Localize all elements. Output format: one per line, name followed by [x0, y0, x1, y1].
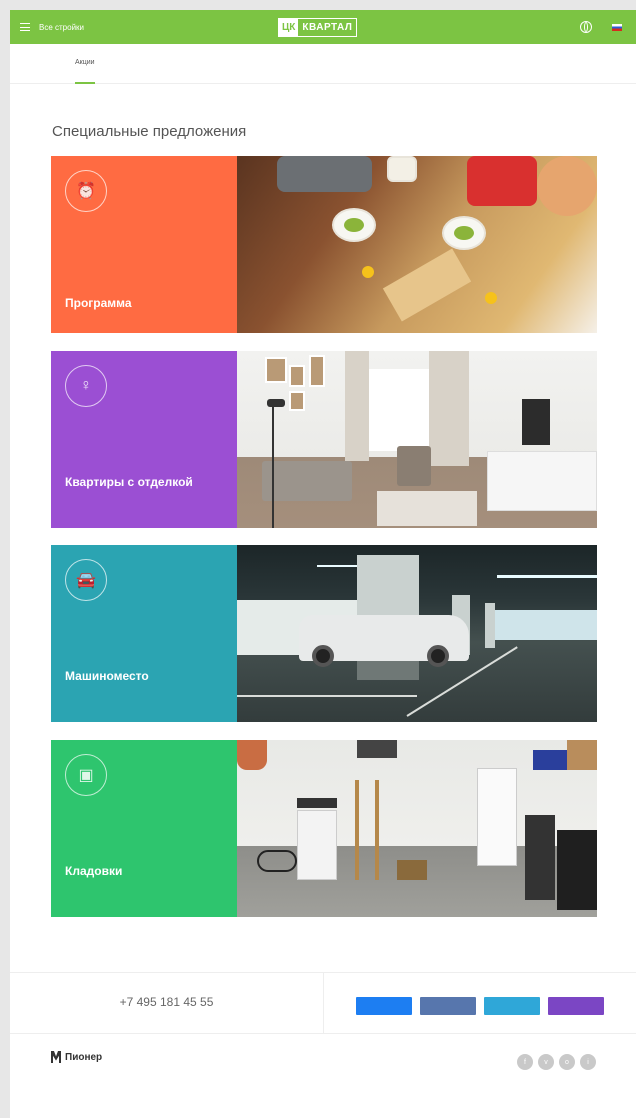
page-title: Специальные предложения — [52, 123, 247, 140]
pioneer-logo-icon — [51, 1051, 61, 1063]
offer-panel[interactable]: ▣ Кладовки — [51, 740, 237, 917]
storage-room-photo — [237, 740, 597, 917]
nav-item-offers[interactable]: Акции — [75, 44, 95, 84]
box-icon: ▣ — [65, 754, 107, 796]
logo-name: КВАРТАЛ — [302, 22, 353, 33]
offer-title[interactable]: Квартиры с отделкой — [65, 474, 229, 490]
subscribe-block — [324, 973, 636, 1033]
facebook-icon[interactable]: f — [517, 1054, 533, 1070]
globe-icon[interactable] — [580, 21, 592, 33]
odnoklassniki-icon[interactable]: o — [559, 1054, 575, 1070]
furnished-room-photo — [237, 351, 597, 528]
offer-title[interactable]: Машиноместо — [65, 668, 229, 684]
footer-logo-text: Пионер — [65, 1051, 103, 1063]
offer-card[interactable]: ♀ Квартиры с отделкой — [51, 351, 597, 528]
alarm-clock-icon: ⏰ — [65, 170, 107, 212]
subscribe-button[interactable] — [356, 997, 412, 1015]
offer-title[interactable]: Кладовки — [65, 863, 229, 879]
parking-photo — [237, 545, 597, 722]
main-nav: Акции — [10, 44, 636, 84]
dining-table-photo — [237, 156, 597, 333]
page: Все стройки ЦК КВАРТАЛ Акции Специальные… — [10, 10, 636, 1118]
phone-block: +7 495 181 45 55 — [10, 973, 324, 1033]
offer-panel[interactable]: 🚘 Машиноместо — [51, 545, 237, 722]
offer-card[interactable]: 🚘 Машиноместо — [51, 545, 597, 722]
social-links: f v o i — [512, 1054, 596, 1070]
offer-panel[interactable]: ⏰ Программа — [51, 156, 237, 333]
site-logo[interactable]: ЦК КВАРТАЛ — [278, 18, 358, 37]
vk-icon[interactable]: v — [538, 1054, 554, 1070]
offer-card[interactable]: ▣ Кладовки — [51, 740, 597, 917]
menu-label[interactable]: Все стройки — [39, 23, 84, 32]
offer-title[interactable]: Программа — [65, 295, 229, 311]
logo-mark: ЦК — [279, 19, 299, 36]
subscribe-button[interactable] — [548, 997, 604, 1015]
offer-panel[interactable]: ♀ Квартиры с отделкой — [51, 351, 237, 528]
subscribe-buttons — [352, 997, 608, 1015]
footer: Пионер f v o i — [10, 1036, 636, 1118]
offer-card[interactable]: ⏰ Программа — [51, 156, 597, 333]
contact-phone[interactable]: +7 495 181 45 55 — [120, 995, 214, 1009]
instagram-icon[interactable]: i — [580, 1054, 596, 1070]
car-icon: 🚘 — [65, 559, 107, 601]
lamp-icon: ♀ — [65, 365, 107, 407]
offer-title-line1[interactable]: Программа — [65, 295, 229, 311]
contact-strip: +7 495 181 45 55 — [10, 972, 636, 1034]
header-right — [564, 10, 622, 44]
footer-logo[interactable]: Пионер — [51, 1051, 102, 1063]
top-bar: Все стройки ЦК КВАРТАЛ — [10, 10, 636, 44]
menu-toggle[interactable]: Все стройки — [20, 23, 84, 32]
hamburger-menu-icon[interactable] — [20, 23, 30, 31]
flag-icon[interactable] — [612, 23, 622, 31]
subscribe-button[interactable] — [484, 997, 540, 1015]
subscribe-button[interactable] — [420, 997, 476, 1015]
